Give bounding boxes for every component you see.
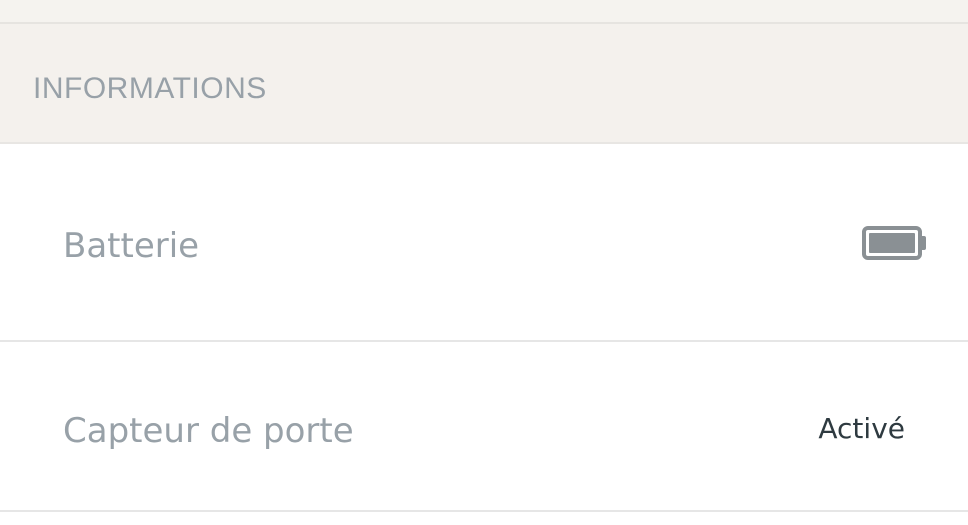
battery-full-icon xyxy=(862,226,926,260)
section-header: INFORMATIONS xyxy=(0,24,968,144)
door-sensor-row: Capteur de porte Activé xyxy=(0,342,968,512)
section-title: INFORMATIONS xyxy=(33,72,267,105)
door-sensor-status: Activé xyxy=(818,412,905,445)
battery-row: Batterie xyxy=(0,144,968,342)
battery-label: Batterie xyxy=(63,226,200,266)
top-divider-strip xyxy=(0,0,968,24)
door-sensor-label: Capteur de porte xyxy=(63,411,354,451)
